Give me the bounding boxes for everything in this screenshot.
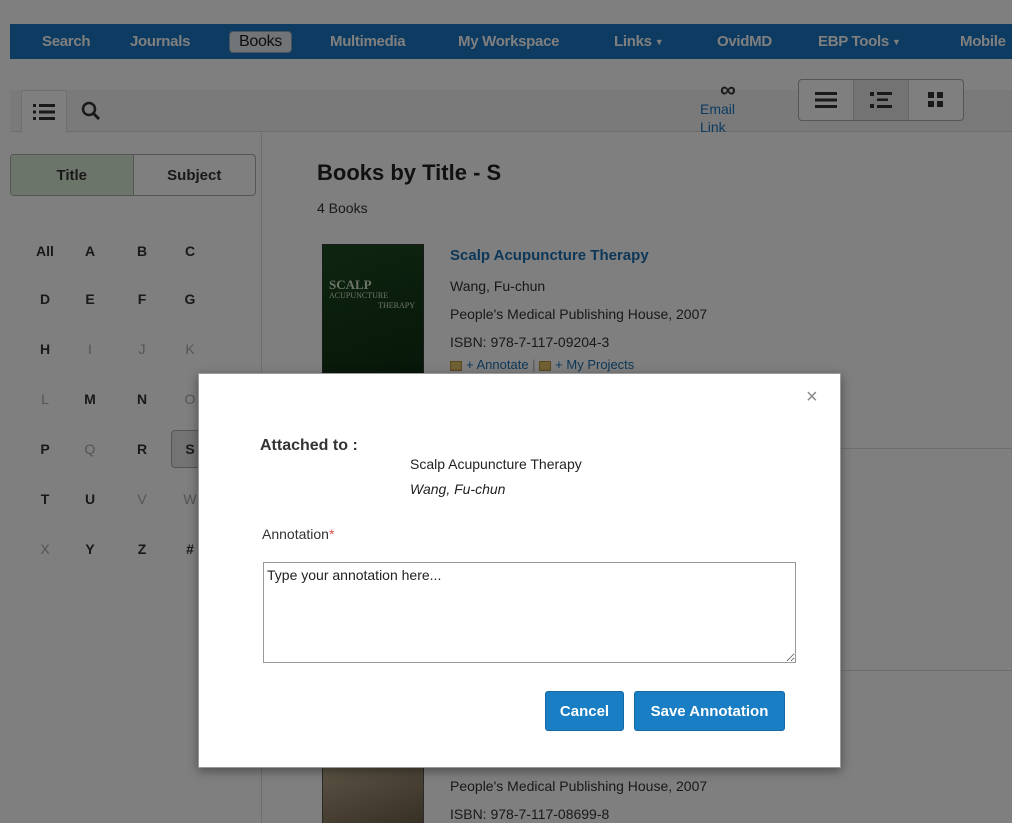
close-icon[interactable]: × xyxy=(806,386,818,409)
attached-to-label: Attached to : xyxy=(260,437,358,454)
annotation-label: Annotation* xyxy=(262,526,334,542)
annotation-dialog: × Attached to : Scalp Acupuncture Therap… xyxy=(198,373,841,768)
save-annotation-button[interactable]: Save Annotation xyxy=(634,691,785,731)
annotation-textarea[interactable]: Type your annotation here... xyxy=(263,562,796,663)
cancel-button[interactable]: Cancel xyxy=(545,691,624,731)
attached-title: Scalp Acupuncture Therapy xyxy=(410,456,582,472)
attached-author: Wang, Fu-chun xyxy=(410,481,506,497)
annotation-label-text: Annotation xyxy=(262,526,329,542)
required-mark: * xyxy=(328,526,335,542)
